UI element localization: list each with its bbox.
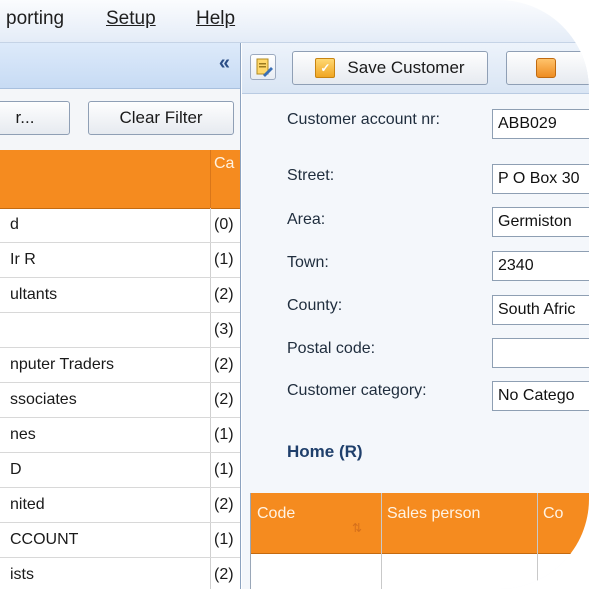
menu-help[interactable]: Help: [196, 8, 235, 30]
customer-count: (1): [214, 426, 234, 443]
column-separator: [210, 208, 211, 242]
sales-person-grid: Code ⇅ Sales person Co: [250, 493, 589, 589]
collapse-panel-icon[interactable]: «: [219, 52, 230, 75]
customer-name: nes: [10, 426, 36, 443]
town-label: Town:: [287, 254, 329, 271]
customer-row[interactable]: nited (2): [0, 488, 240, 523]
column-separator: [210, 348, 211, 382]
customer-row[interactable]: (3): [0, 313, 240, 348]
column-separator: [210, 418, 211, 452]
town-field[interactable]: 2340: [492, 251, 589, 281]
save-icon: ✓: [315, 58, 336, 78]
save-customer-button[interactable]: ✓ Save Customer: [292, 51, 488, 85]
customer-count: (2): [214, 496, 234, 513]
customer-count: (1): [214, 251, 234, 268]
customer-name: D: [10, 461, 22, 478]
customer-count: (3): [214, 321, 234, 338]
filter-button[interactable]: r...: [0, 101, 70, 135]
refresh-button[interactable]: [506, 51, 589, 85]
menu-help-label: Help: [196, 8, 236, 29]
county-label: County:: [287, 297, 343, 314]
column-separator: [210, 488, 211, 522]
customer-count: (2): [214, 286, 234, 303]
customer-row[interactable]: d (0): [0, 208, 240, 243]
column-separator: [210, 278, 211, 312]
edit-document-icon-graphic: [256, 58, 273, 77]
customer-name: nited: [10, 496, 45, 513]
customer-grid-header: Ca: [0, 150, 240, 209]
save-customer-label: Save Customer: [347, 58, 465, 77]
area-label: Area:: [287, 211, 326, 228]
customer-name: ists: [10, 566, 34, 583]
menu-setup[interactable]: Setup: [106, 8, 156, 30]
customer-count: (1): [214, 461, 234, 478]
column-separator: [210, 243, 211, 277]
application-window: porting Setup Help « r... Clear Filter C…: [0, 0, 589, 589]
menu-setup-label: Setup: [106, 8, 156, 29]
clear-filter-text: Clear Filter: [119, 108, 203, 127]
column-separator: [210, 558, 211, 589]
sort-indicator-icon: ⇅: [352, 521, 363, 535]
county-field[interactable]: South Afric: [492, 295, 589, 325]
customer-list-panel: « r... Clear Filter Ca d (0) Ir R (1) ultant…: [0, 43, 241, 589]
column-separator: [210, 453, 211, 487]
clear-filter-button[interactable]: Clear Filter: [88, 101, 234, 135]
code-column-header[interactable]: Code: [257, 505, 295, 523]
menu-bar: porting Setup Help: [0, 0, 589, 43]
customer-count: (2): [214, 356, 234, 373]
customer-name: nputer Traders: [10, 356, 115, 373]
customer-category-label: Customer category:: [287, 382, 427, 399]
left-panel-header: «: [0, 43, 240, 89]
customer-count: (1): [214, 531, 234, 548]
customer-row[interactable]: ultants (2): [0, 278, 240, 313]
street-label: Street:: [287, 167, 335, 184]
sales-person-column-header[interactable]: Sales person: [387, 505, 480, 523]
customer-row[interactable]: D (1): [0, 453, 240, 488]
customer-row[interactable]: nes (1): [0, 418, 240, 453]
home-section-title: Home (R): [287, 442, 363, 461]
postal-code-field[interactable]: [492, 338, 589, 368]
customer-detail-panel: ✓ Save Customer Customer account nr: ABB…: [242, 43, 589, 589]
column-separator: [210, 150, 211, 208]
clear-filter-button-label: Clear Filter: [119, 108, 202, 128]
area-field[interactable]: Germiston: [492, 207, 589, 237]
customer-count: (2): [214, 566, 234, 583]
customer-row[interactable]: CCOUNT (1): [0, 523, 240, 558]
customer-name: ssociates: [10, 391, 77, 408]
refresh-icon: [536, 58, 556, 78]
customer-category-field[interactable]: No Catego: [492, 381, 589, 411]
customer-name: d: [10, 216, 19, 233]
customer-form: Customer account nr: ABB029 Street: P O …: [242, 94, 589, 484]
sales-person-grid-header: Code ⇅ Sales person Co: [251, 493, 589, 554]
customer-row[interactable]: ists (2): [0, 558, 240, 589]
account-label: Customer account nr:: [287, 111, 440, 128]
customer-name: CCOUNT: [10, 531, 79, 548]
customer-count: (2): [214, 391, 234, 408]
customer-row[interactable]: nputer Traders (2): [0, 348, 240, 383]
customer-grid-rows: d (0) Ir R (1) ultants (2) (3) nputer Traders (2…: [0, 208, 240, 589]
customer-row[interactable]: ssociates (2): [0, 383, 240, 418]
column-separator: [210, 313, 211, 347]
column-separator: [210, 523, 211, 557]
co-column-header[interactable]: Co: [543, 505, 563, 523]
filter-button-label: r...: [15, 108, 35, 127]
category-column-header[interactable]: Ca: [214, 155, 234, 173]
customer-name: ultants: [10, 286, 58, 303]
edit-document-icon[interactable]: [250, 54, 276, 80]
customer-count: (0): [214, 216, 234, 233]
column-separator: [210, 383, 211, 417]
column-separator: [537, 493, 538, 589]
menu-reporting[interactable]: porting: [6, 8, 64, 30]
column-separator: [381, 493, 382, 589]
detail-toolbar: ✓ Save Customer: [242, 43, 589, 94]
street-field[interactable]: P O Box 30: [492, 164, 589, 194]
postal-code-label: Postal code:: [287, 340, 376, 357]
customer-name: Ir R: [10, 251, 36, 268]
account-field[interactable]: ABB029: [492, 109, 589, 139]
customer-row[interactable]: Ir R (1): [0, 243, 240, 278]
